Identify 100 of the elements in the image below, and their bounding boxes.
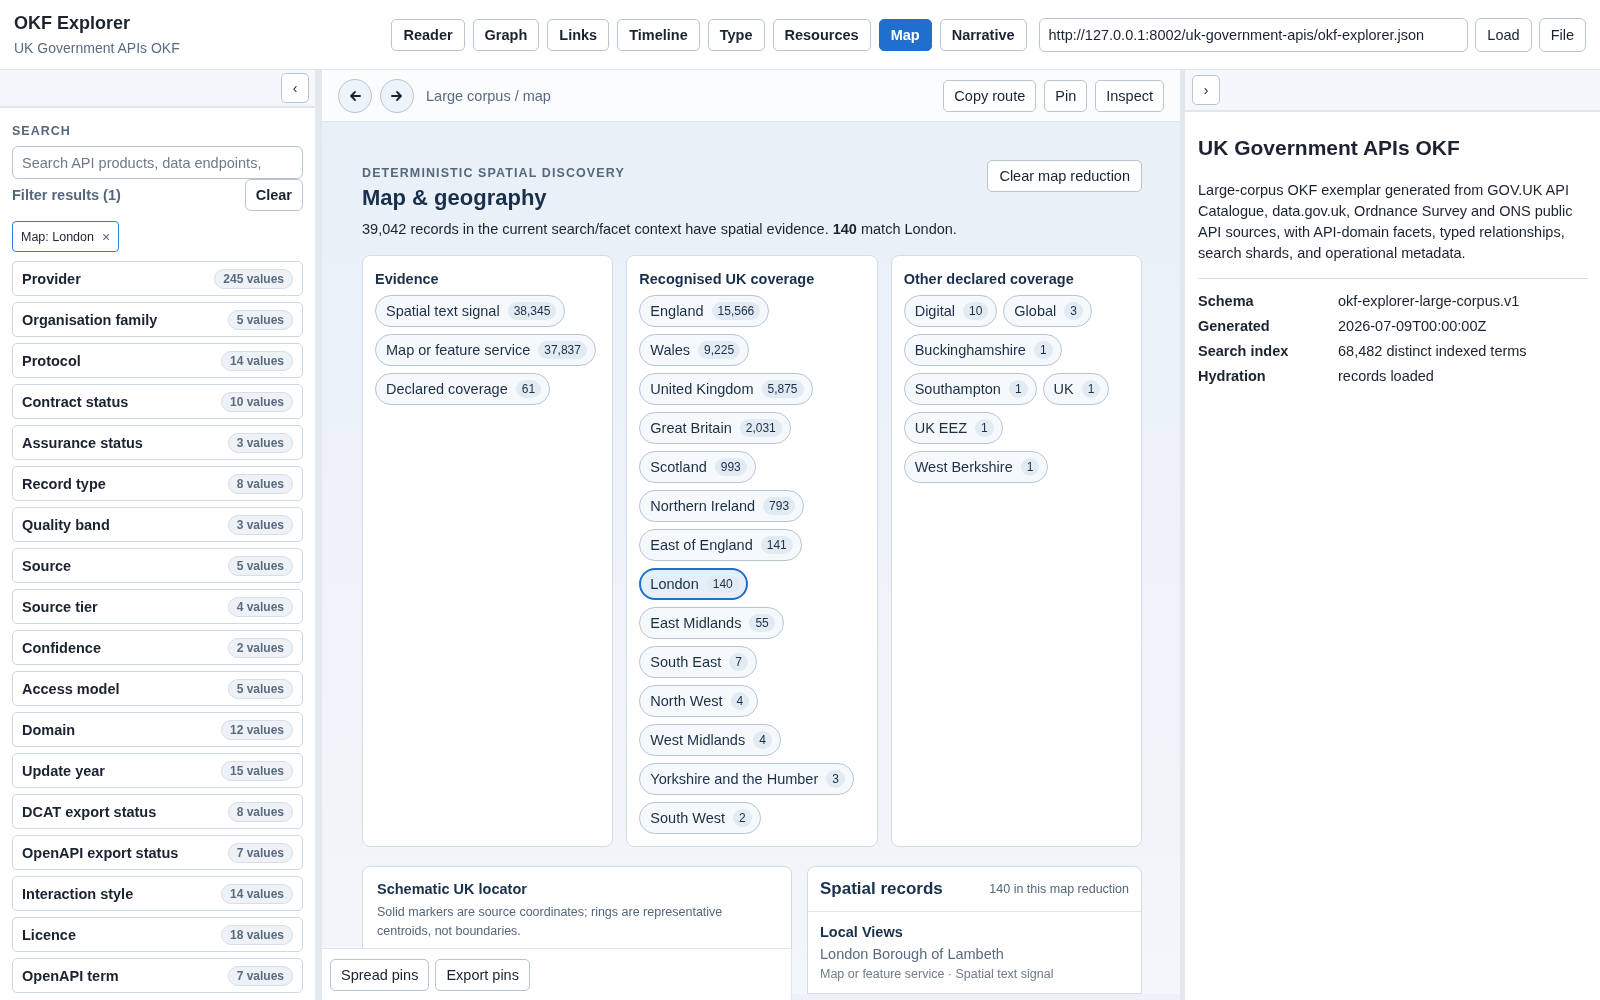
place-chip[interactable]: England 15,566: [639, 295, 770, 327]
active-filter-chip[interactable]: Map: London ×: [12, 221, 120, 252]
place-chip[interactable]: Global 3: [1003, 295, 1092, 327]
facet-row[interactable]: Access model 5 values: [12, 671, 303, 706]
place-chip[interactable]: South West 2: [639, 802, 761, 834]
summary-text: 39,042 records in the current search/facet context have spatial evidence. 140 match London.: [362, 221, 958, 237]
place-chip[interactable]: West Berkshire 1: [903, 451, 1049, 483]
card-title: Evidence: [375, 271, 440, 287]
view-tab[interactable]: Timeline: [617, 18, 700, 51]
facet-count: 3 values: [227, 432, 293, 453]
view-tab[interactable]: Resources: [772, 18, 871, 51]
place-chip[interactable]: Digital 10: [903, 295, 998, 327]
facet-row[interactable]: Interaction style 14 values: [12, 876, 303, 911]
facet-name: DCAT export status: [22, 803, 157, 820]
records-group-title: Local Views: [820, 924, 904, 940]
facet-row[interactable]: Contract status 10 values: [12, 384, 303, 419]
facet-row[interactable]: Quality band 3 values: [12, 507, 303, 542]
search-field[interactable]: Search API products, data endpoints,: [12, 146, 303, 179]
place-chip[interactable]: East Midlands 55: [639, 607, 784, 639]
place-chip[interactable]: East of England 141: [639, 529, 802, 561]
facet-row[interactable]: Record type 8 values: [12, 466, 303, 501]
facet-row[interactable]: DCAT export status 8 values: [12, 794, 303, 829]
field-label: Schema: [1198, 293, 1255, 309]
facet-count: 15 values: [220, 760, 293, 781]
view-tab[interactable]: Graph: [472, 18, 540, 51]
place-chip[interactable]: UK EEZ 1: [903, 412, 1003, 444]
facet-row[interactable]: Source tier 4 values: [12, 589, 303, 624]
facet-name: Assurance status: [22, 434, 143, 451]
facet-row[interactable]: Confidence 2 values: [12, 630, 303, 665]
place-chip[interactable]: Map or feature service 37,837: [375, 334, 596, 366]
facet-count: 14 values: [220, 350, 293, 371]
back-button[interactable]: [338, 78, 372, 113]
facet-row[interactable]: OpenAPI term 7 values: [12, 958, 303, 993]
facet-name: OpenAPI export status: [22, 844, 179, 861]
inspect-button[interactable]: Inspect: [1095, 79, 1164, 112]
facet-row[interactable]: Provider 245 values: [12, 261, 303, 296]
facet-count: 7 values: [227, 965, 293, 986]
view-tab[interactable]: Narrative: [939, 18, 1027, 51]
facet-count: 5 values: [227, 555, 293, 576]
forward-button[interactable]: [380, 78, 414, 113]
place-chip[interactable]: UK 1: [1042, 373, 1110, 405]
place-chip[interactable]: Buckinghamshire 1: [903, 334, 1062, 366]
place-chip[interactable]: Yorkshire and the Humber 3: [639, 763, 854, 795]
facet-row[interactable]: Organisation family 5 values: [12, 302, 303, 337]
view-tab[interactable]: Links: [547, 18, 610, 51]
place-chip[interactable]: West Midlands 4: [639, 724, 781, 756]
chip-count: 4: [753, 731, 772, 749]
breadcrumb: Large corpus / map: [426, 87, 552, 104]
facet-count: 4 values: [227, 596, 293, 617]
export-pins-button[interactable]: Export pins: [435, 958, 530, 991]
file-button[interactable]: File: [1538, 17, 1586, 52]
facet-count: 14 values: [220, 883, 293, 904]
chip-count: 5,875: [761, 380, 804, 398]
facet-row[interactable]: Domain 12 values: [12, 712, 303, 747]
chip-count: 140: [706, 575, 739, 593]
collapse-button[interactable]: ‹: [281, 73, 309, 103]
load-button[interactable]: Load: [1475, 17, 1532, 52]
facet-count: 10 values: [220, 391, 293, 412]
section-title: Map & geography: [362, 185, 548, 211]
view-tab[interactable]: Map: [878, 18, 932, 51]
facet-row[interactable]: Protocol 14 values: [12, 343, 303, 378]
record-title[interactable]: London Borough of Lambeth: [820, 946, 1129, 962]
place-chip[interactable]: Northern Ireland 793: [639, 490, 805, 522]
field-value: okf-explorer-large-corpus.v1: [1338, 293, 1521, 309]
arrow-left-icon: [348, 88, 362, 103]
place-chip[interactable]: Wales 9,225: [639, 334, 750, 366]
url-field[interactable]: http://127.0.0.1:8002/uk-government-apis/okf-explorer.json: [1038, 17, 1469, 52]
place-chip[interactable]: Great Britain 2,031: [639, 412, 791, 444]
place-chip[interactable]: Southampton 1: [903, 373, 1037, 405]
facet-row[interactable]: Source 5 values: [12, 548, 303, 583]
view-tab[interactable]: Reader: [391, 18, 465, 51]
spread-pins-button[interactable]: Spread pins: [330, 958, 430, 991]
place-chip[interactable]: Scotland 993: [639, 451, 756, 483]
facet-row[interactable]: Licence 18 values: [12, 917, 303, 952]
facet-name: Access model: [22, 680, 120, 697]
clear-button[interactable]: Clear: [244, 179, 303, 211]
place-chip[interactable]: London 140: [639, 568, 748, 600]
facet-count: 8 values: [227, 473, 293, 494]
facet-row[interactable]: Update year 15 values: [12, 753, 303, 788]
facet-name: Protocol: [22, 352, 81, 369]
search-label: SEARCH: [12, 124, 72, 138]
field-label: Search index: [1198, 343, 1290, 359]
expand-button[interactable]: ›: [1192, 75, 1220, 105]
chip-count: 7: [729, 653, 748, 671]
place-chip[interactable]: United Kingdom 5,875: [639, 373, 813, 405]
clear-map-button[interactable]: Clear map reduction: [987, 160, 1142, 192]
place-chip[interactable]: South East 7: [639, 646, 757, 678]
chip-count: 793: [763, 497, 796, 515]
facet-name: Licence: [22, 926, 76, 943]
chip-count: 38,345: [507, 302, 557, 320]
facet-name: Record type: [22, 475, 106, 492]
place-chip[interactable]: Spatial text signal 38,345: [375, 295, 566, 327]
place-chip[interactable]: Declared coverage 61: [375, 373, 551, 405]
copy-route-button[interactable]: Copy route: [943, 79, 1037, 112]
facet-row[interactable]: OpenAPI export status 7 values: [12, 835, 303, 870]
view-tab[interactable]: Type: [707, 18, 765, 51]
remove-icon[interactable]: ×: [102, 228, 111, 245]
place-chip[interactable]: North West 4: [639, 685, 759, 717]
pin-button[interactable]: Pin: [1044, 79, 1088, 112]
facet-row[interactable]: Assurance status 3 values: [12, 425, 303, 460]
